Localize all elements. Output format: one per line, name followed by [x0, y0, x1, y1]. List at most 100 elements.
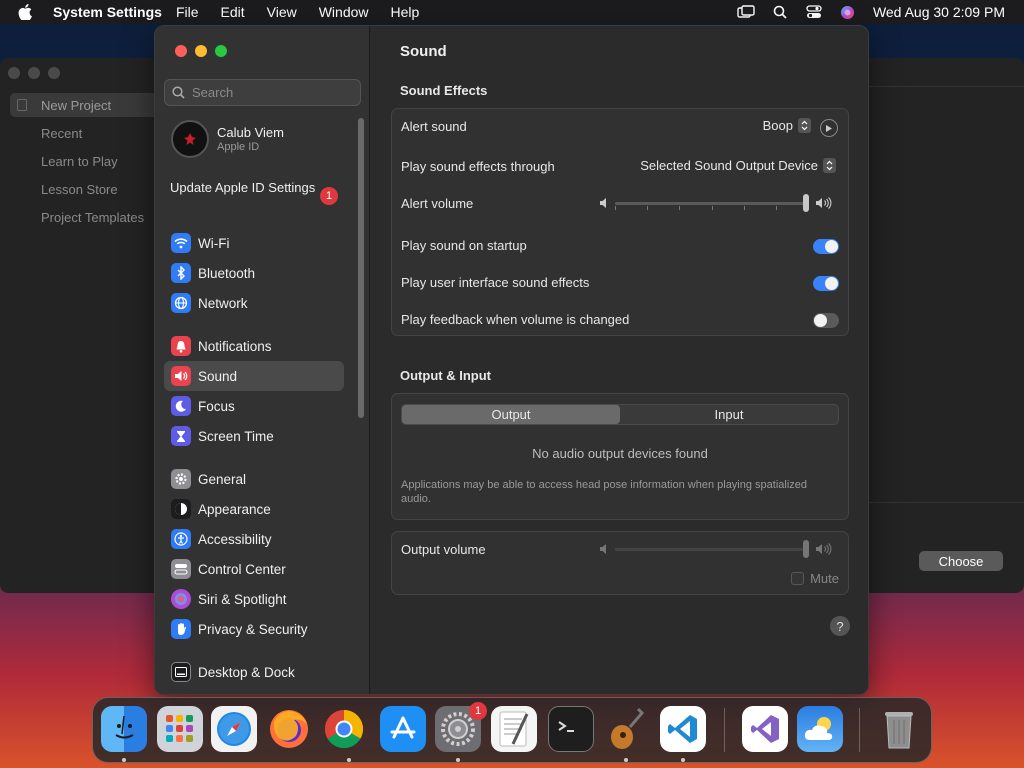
startup-sound-toggle[interactable] — [813, 239, 839, 254]
tab-output[interactable]: Output — [402, 405, 620, 424]
spotlight-search-icon[interactable] — [771, 4, 789, 20]
background-window: New Project Recent Learn to Play Lesson … — [0, 58, 160, 593]
alert-sound-popup[interactable]: Boop — [763, 118, 811, 133]
sidebar-item-label: Siri & Spotlight — [198, 591, 287, 607]
running-indicator — [347, 758, 351, 762]
bg-item-project-templates[interactable]: Project Templates — [41, 210, 144, 225]
startup-sound-label: Play sound on startup — [401, 238, 527, 253]
running-indicator — [456, 758, 460, 762]
search-field[interactable] — [164, 79, 361, 106]
apple-id-account[interactable]: Calub Viem Apple ID — [171, 120, 284, 158]
dock-app-safari[interactable] — [211, 706, 257, 752]
sidebar-item-label: Sound — [198, 368, 238, 384]
app-store-icon — [390, 716, 416, 739]
speaker-low-icon — [600, 544, 606, 554]
help-button[interactable]: ? — [830, 616, 850, 636]
screen-mirroring-icon[interactable] — [737, 4, 755, 20]
dock-app-weather[interactable] — [797, 706, 843, 752]
sidebar-item-label: Wi-Fi — [198, 235, 230, 251]
bg-item-learn-to-play[interactable]: Learn to Play — [41, 154, 118, 169]
chevron-up-down-icon — [798, 118, 811, 133]
output-volume-slider[interactable] — [615, 539, 809, 558]
bg-item-recent[interactable]: Recent — [41, 126, 82, 141]
sidebar-item-notifications[interactable]: Notifications — [164, 331, 344, 361]
dock-app-terminal[interactable] — [548, 706, 594, 752]
speaker-low-icon — [600, 198, 606, 208]
dock-settings-badge: 1 — [469, 702, 487, 720]
alert-volume-label: Alert volume — [401, 196, 474, 211]
account-subtitle: Apple ID — [217, 141, 260, 153]
apple-menu-icon[interactable] — [18, 4, 36, 20]
choose-button[interactable]: Choose — [919, 551, 1003, 571]
output-volume-label: Output volume — [401, 542, 486, 557]
sidebar-item-bluetooth[interactable]: Bluetooth — [164, 258, 344, 288]
dock-app-finder[interactable] — [101, 706, 147, 752]
sidebar-item-label: General — [198, 471, 247, 487]
dock-app-trash[interactable] — [876, 706, 922, 752]
zoom-button[interactable] — [215, 45, 227, 57]
sidebar-item-screen-time[interactable]: Screen Time — [164, 421, 344, 451]
sidebar-item-siri-spotlight[interactable]: Siri & Spotlight — [164, 584, 344, 614]
toggle-knob — [814, 314, 827, 327]
app-menu[interactable]: System Settings — [53, 4, 162, 20]
sidebar-item-appearance[interactable]: Appearance — [164, 494, 344, 524]
sidebar: Calub Viem Apple ID Update Apple ID Sett… — [155, 26, 370, 694]
sidebar-item-general[interactable]: General — [164, 464, 344, 494]
dock-app-firefox[interactable] — [266, 706, 312, 752]
control-center-icon[interactable] — [805, 4, 823, 20]
output-volume-knob[interactable] — [803, 539, 809, 558]
feedback-toggle[interactable] — [813, 313, 839, 328]
feedback-label: Play feedback when volume is changed — [401, 312, 630, 327]
alert-sound-value: Boop — [762, 118, 793, 133]
sidebar-item-sound[interactable]: Sound — [164, 361, 344, 391]
speaker-icon — [171, 366, 191, 386]
dock-app-launchpad[interactable] — [157, 706, 203, 752]
running-indicator — [122, 758, 126, 762]
head-pose-note: Applications may be able to access head … — [401, 479, 808, 505]
divider — [868, 502, 1024, 503]
minimize-button[interactable] — [195, 45, 207, 57]
control-center-icon — [171, 559, 191, 579]
siri-icon[interactable] — [839, 4, 857, 20]
dock-app-app-store[interactable] — [380, 706, 426, 752]
visual-studio-icon — [751, 715, 779, 743]
dock-app-vscode[interactable] — [660, 706, 706, 752]
menu-window[interactable]: Window — [319, 4, 369, 20]
close-button[interactable] — [175, 45, 187, 57]
alert-volume-control — [599, 193, 832, 212]
play-alert-button[interactable] — [820, 119, 838, 137]
menubar-clock[interactable]: Wed Aug 30 2:09 PM — [873, 4, 1005, 20]
menu-help[interactable]: Help — [391, 4, 420, 20]
alert-volume-slider[interactable] — [615, 193, 809, 212]
section-title-output-input: Output & Input — [400, 368, 491, 383]
play-through-popup[interactable]: Selected Sound Output Device — [640, 158, 836, 173]
slider-tick — [744, 205, 745, 210]
sidebar-scrollbar[interactable] — [358, 118, 364, 418]
dock-app-garageband[interactable] — [605, 706, 651, 752]
dock-app-visual-studio[interactable] — [742, 706, 788, 752]
ui-sounds-toggle[interactable] — [813, 276, 839, 291]
sidebar-item-label: Network — [198, 295, 248, 311]
menu-edit[interactable]: Edit — [221, 4, 245, 20]
dock-app-chrome[interactable] — [321, 706, 367, 752]
bg-item-new-project[interactable]: New Project — [41, 98, 111, 113]
appearance-icon — [171, 499, 191, 519]
bg-item-lesson-store[interactable]: Lesson Store — [41, 182, 118, 197]
sidebar-item-label: Accessibility — [198, 531, 272, 547]
output-input-segmented-control: Output Input — [401, 404, 839, 425]
tab-input[interactable]: Input — [620, 405, 838, 424]
dock-app-textedit[interactable] — [491, 706, 537, 752]
sidebar-item-desktop-dock[interactable]: Desktop & Dock — [164, 657, 344, 687]
alert-volume-knob[interactable] — [803, 193, 809, 212]
sidebar-item-control-center[interactable]: Control Center — [164, 554, 344, 584]
mute-checkbox[interactable]: Mute — [791, 571, 839, 586]
menu-file[interactable]: File — [176, 4, 199, 20]
menu-view[interactable]: View — [267, 4, 297, 20]
mute-checkbox-box[interactable] — [791, 572, 805, 585]
sidebar-item-accessibility[interactable]: Accessibility — [164, 524, 344, 554]
sidebar-item-network[interactable]: Network — [164, 288, 344, 318]
sidebar-item-focus[interactable]: Focus — [164, 391, 344, 421]
sidebar-item-wifi[interactable]: Wi-Fi — [164, 228, 344, 258]
sidebar-item-privacy-security[interactable]: Privacy & Security — [164, 614, 344, 644]
search-input[interactable] — [192, 85, 352, 100]
